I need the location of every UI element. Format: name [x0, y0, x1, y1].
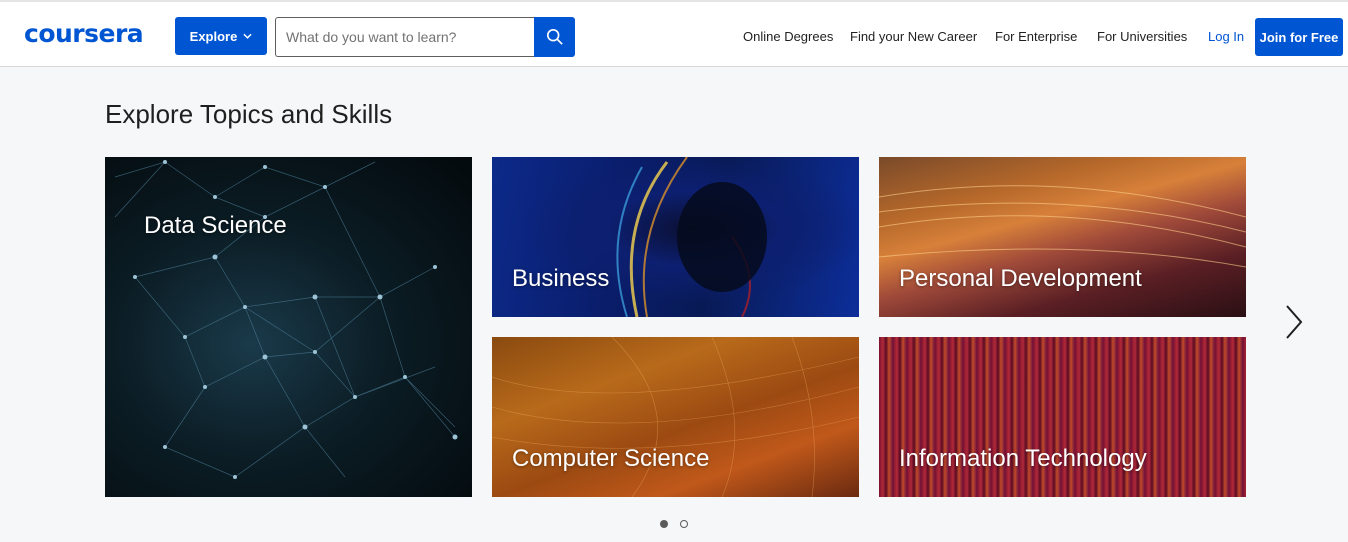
topic-label-data-science: Data Science: [144, 212, 287, 239]
mesh-texture-image: [492, 337, 859, 497]
section-title: Explore Topics and Skills: [105, 99, 393, 129]
carousel-dot-1[interactable]: [660, 520, 668, 528]
coursera-logo[interactable]: coursera: [24, 19, 144, 48]
topic-tile-information-technology[interactable]: Information Technology: [879, 337, 1246, 497]
topic-tile-data-science[interactable]: Data Science: [105, 157, 472, 497]
search-button[interactable]: [534, 17, 575, 57]
chevron-right-icon[interactable]: [1283, 303, 1305, 341]
login-link[interactable]: Log In: [1208, 29, 1244, 44]
nav-for-enterprise[interactable]: For Enterprise: [995, 29, 1077, 44]
network-background-image: [114, 160, 458, 479]
explore-button-label: Explore: [189, 28, 238, 44]
topic-tile-computer-science[interactable]: Computer Science: [492, 337, 859, 497]
nav-online-degrees[interactable]: Online Degrees: [743, 29, 833, 44]
chevron-down-icon: [243, 33, 252, 39]
topic-label-information-technology: Information Technology: [899, 445, 1147, 472]
search-input[interactable]: [275, 17, 535, 57]
topic-label-computer-science: Computer Science: [512, 445, 710, 472]
top-navigation-bar: coursera Explore Online Degrees Find you…: [0, 0, 1348, 67]
search-icon: [546, 28, 563, 45]
carousel-dot-2[interactable]: [680, 520, 688, 528]
nav-find-new-career[interactable]: Find your New Career: [850, 29, 977, 44]
nav-for-universities[interactable]: For Universities: [1097, 29, 1187, 44]
topic-tile-business[interactable]: Business: [492, 157, 859, 317]
topic-label-business: Business: [512, 265, 610, 292]
topic-label-personal-development: Personal Development: [899, 265, 1142, 292]
explore-button[interactable]: Explore: [175, 17, 267, 55]
join-for-free-button[interactable]: Join for Free: [1255, 18, 1343, 56]
light-trails-image: [879, 185, 1246, 268]
light-streaks-image: [616, 157, 767, 317]
topic-tile-personal-development[interactable]: Personal Development: [879, 157, 1246, 317]
